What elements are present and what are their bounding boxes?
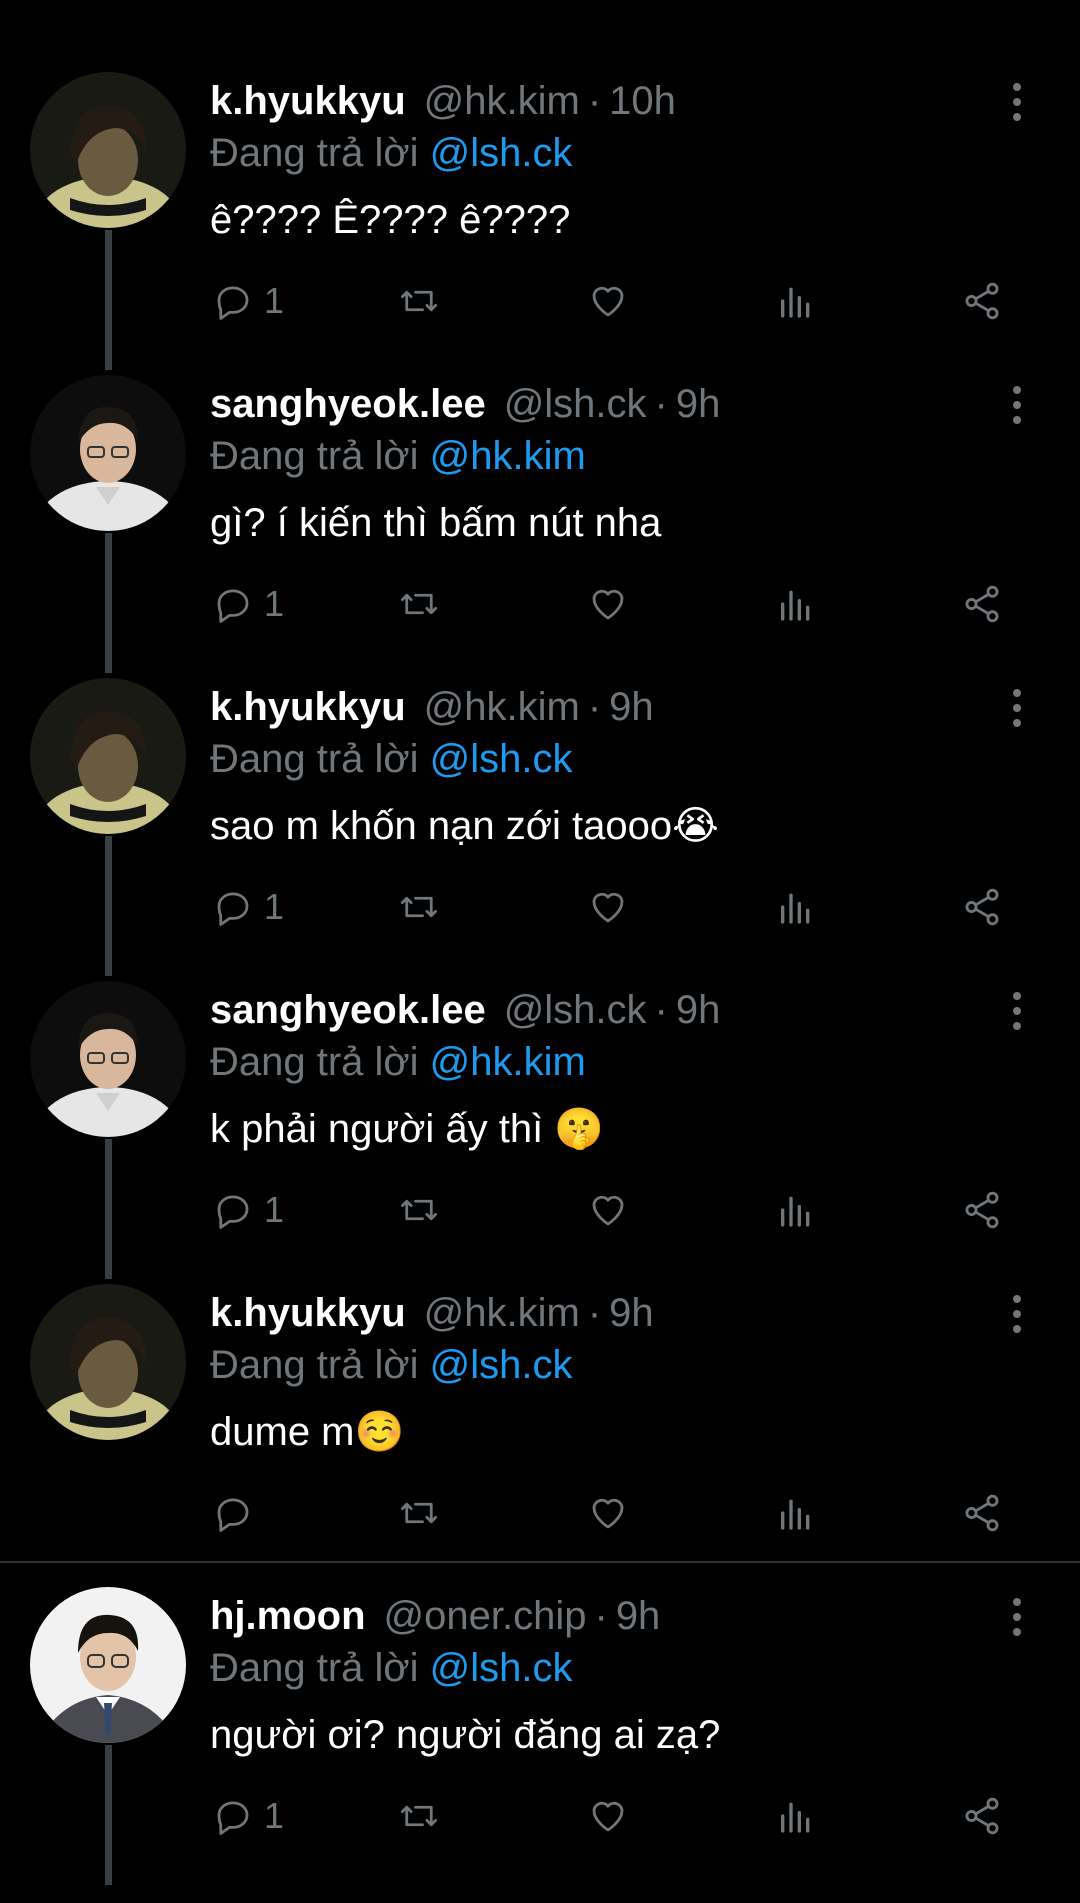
more-icon[interactable]	[1007, 82, 1027, 122]
replying-label: Đang trả lời	[210, 1040, 419, 1084]
author-handle[interactable]: @oner.chip	[384, 1591, 587, 1641]
author-handle[interactable]: @lsh.ck	[504, 379, 647, 429]
reply-thread: k.hyukkyu @hk.kim · 10h Đang trả lời @ls…	[0, 0, 1080, 1903]
views-icon	[776, 1795, 816, 1837]
reply-icon	[212, 1795, 254, 1837]
tweet-text: k phải người ấy thì 🤫	[210, 1101, 604, 1157]
avatar[interactable]	[30, 375, 186, 531]
more-icon[interactable]	[1007, 1597, 1027, 1637]
emoji: 🤫	[554, 1107, 605, 1151]
replying-label: Đang trả lời	[210, 131, 419, 175]
like-button[interactable]	[586, 1791, 630, 1841]
emoji: 😭	[672, 804, 719, 848]
replying-to-line: Đang trả lời @lsh.ck	[210, 128, 573, 178]
tweet[interactable]: k.hyukkyu @hk.kim · 9h Đang trả lời @lsh…	[0, 1212, 1080, 1532]
tweet-text-content: ê???? Ê???? ê????	[210, 198, 571, 242]
mention-link[interactable]: @lsh.ck	[430, 131, 573, 175]
retweet-icon	[396, 1795, 442, 1837]
tweet-text: gì? í kiến thì bấm nút nha	[210, 495, 661, 551]
timestamp[interactable]: 9h	[616, 1591, 661, 1641]
replying-label: Đang trả lời	[210, 1646, 419, 1690]
tweet-text-content: k phải người ấy thì	[210, 1107, 555, 1151]
share-icon	[960, 1795, 1004, 1837]
author-handle[interactable]: @hk.kim	[424, 76, 580, 126]
separator-dot: ·	[587, 1291, 602, 1335]
separator-dot: ·	[587, 685, 602, 729]
replying-to-line: Đang trả lời @lsh.ck	[210, 734, 573, 784]
replying-to-line: Đang trả lời @lsh.ck	[210, 1643, 573, 1693]
author-name[interactable]: sanghyeok.lee	[210, 985, 486, 1035]
mention-link[interactable]: @lsh.ck	[430, 1343, 573, 1387]
mention-link[interactable]: @hk.kim	[430, 434, 586, 478]
share-button[interactable]	[960, 1791, 1004, 1841]
author-name[interactable]: k.hyukkyu	[210, 682, 406, 732]
tweet-text: ê???? Ê???? ê????	[210, 192, 570, 248]
avatar[interactable]	[30, 72, 186, 228]
mention-link[interactable]: @hk.kim	[430, 1040, 586, 1084]
replying-to-line: Đang trả lời @hk.kim	[210, 431, 586, 481]
separator-dot: ·	[594, 1594, 608, 1638]
timestamp[interactable]: 9h	[609, 682, 654, 732]
separator-dot: ·	[654, 988, 668, 1032]
replying-label: Đang trả lời	[210, 737, 419, 781]
replying-label: Đang trả lời	[210, 434, 419, 478]
retweet-button[interactable]	[396, 1791, 442, 1841]
tweet-text-content: dume m	[210, 1410, 355, 1454]
author-name[interactable]: k.hyukkyu	[210, 76, 406, 126]
separator-dot: ·	[654, 382, 668, 426]
avatar[interactable]	[30, 981, 186, 1137]
tweet[interactable]: hj.moon @oner.chip · 9h Đang trả lời @ls…	[0, 1515, 1080, 1836]
tweet[interactable]: sanghyeok.lee @lsh.ck · 9h Đang trả lời …	[0, 303, 1080, 624]
tweet[interactable]: k.hyukkyu @hk.kim · 9h Đang trả lời @lsh…	[0, 606, 1080, 927]
author-name[interactable]: hj.moon	[210, 1591, 366, 1641]
author-handle[interactable]: @lsh.ck	[504, 985, 647, 1035]
replying-to-line: Đang trả lời @hk.kim	[210, 1037, 586, 1087]
tweet[interactable]: k.hyukkyu @hk.kim · 10h Đang trả lời @ls…	[0, 0, 1080, 321]
avatar[interactable]	[30, 1284, 186, 1440]
tweet[interactable]: sanghyeok.lee @lsh.ck · 9h Đang trả lời …	[0, 909, 1080, 1230]
tweet-text: dume m☺️	[210, 1404, 404, 1460]
avatar[interactable]	[30, 1587, 186, 1743]
timestamp[interactable]: 9h	[676, 379, 721, 429]
author-name[interactable]: sanghyeok.lee	[210, 379, 486, 429]
timestamp[interactable]: 9h	[609, 1288, 654, 1338]
more-icon[interactable]	[1007, 688, 1027, 728]
tweet-text-content: gì? í kiến thì bấm nút nha	[210, 501, 662, 545]
replying-label: Đang trả lời	[210, 1343, 419, 1387]
timestamp[interactable]: 10h	[609, 76, 676, 126]
more-icon[interactable]	[1007, 1294, 1027, 1334]
mention-link[interactable]: @lsh.ck	[430, 737, 573, 781]
tweet-text-content: người ơi? người đăng ai zạ?	[210, 1713, 721, 1757]
timestamp[interactable]: 9h	[676, 985, 721, 1035]
emoji: ☺️	[354, 1410, 405, 1454]
more-icon[interactable]	[1007, 385, 1027, 425]
action-bar: 1	[210, 1791, 1010, 1841]
more-icon[interactable]	[1007, 991, 1027, 1031]
author-handle[interactable]: @hk.kim	[424, 1288, 580, 1338]
tweet-text-content: sao m khốn nạn zới taooo	[210, 804, 673, 848]
separator-dot: ·	[587, 79, 602, 123]
avatar[interactable]	[30, 678, 186, 834]
author-handle[interactable]: @hk.kim	[424, 682, 580, 732]
author-name[interactable]: k.hyukkyu	[210, 1288, 406, 1338]
reply-count: 1	[264, 1795, 285, 1836]
mention-link[interactable]: @lsh.ck	[430, 1646, 573, 1690]
tweet-text: sao m khốn nạn zới taooo😭	[210, 798, 719, 854]
reply-button[interactable]: 1	[212, 1791, 284, 1841]
replying-to-line: Đang trả lời @lsh.ck	[210, 1340, 573, 1390]
like-icon	[586, 1795, 630, 1837]
views-button[interactable]	[776, 1791, 816, 1841]
tweet-text: người ơi? người đăng ai zạ?	[210, 1707, 720, 1763]
